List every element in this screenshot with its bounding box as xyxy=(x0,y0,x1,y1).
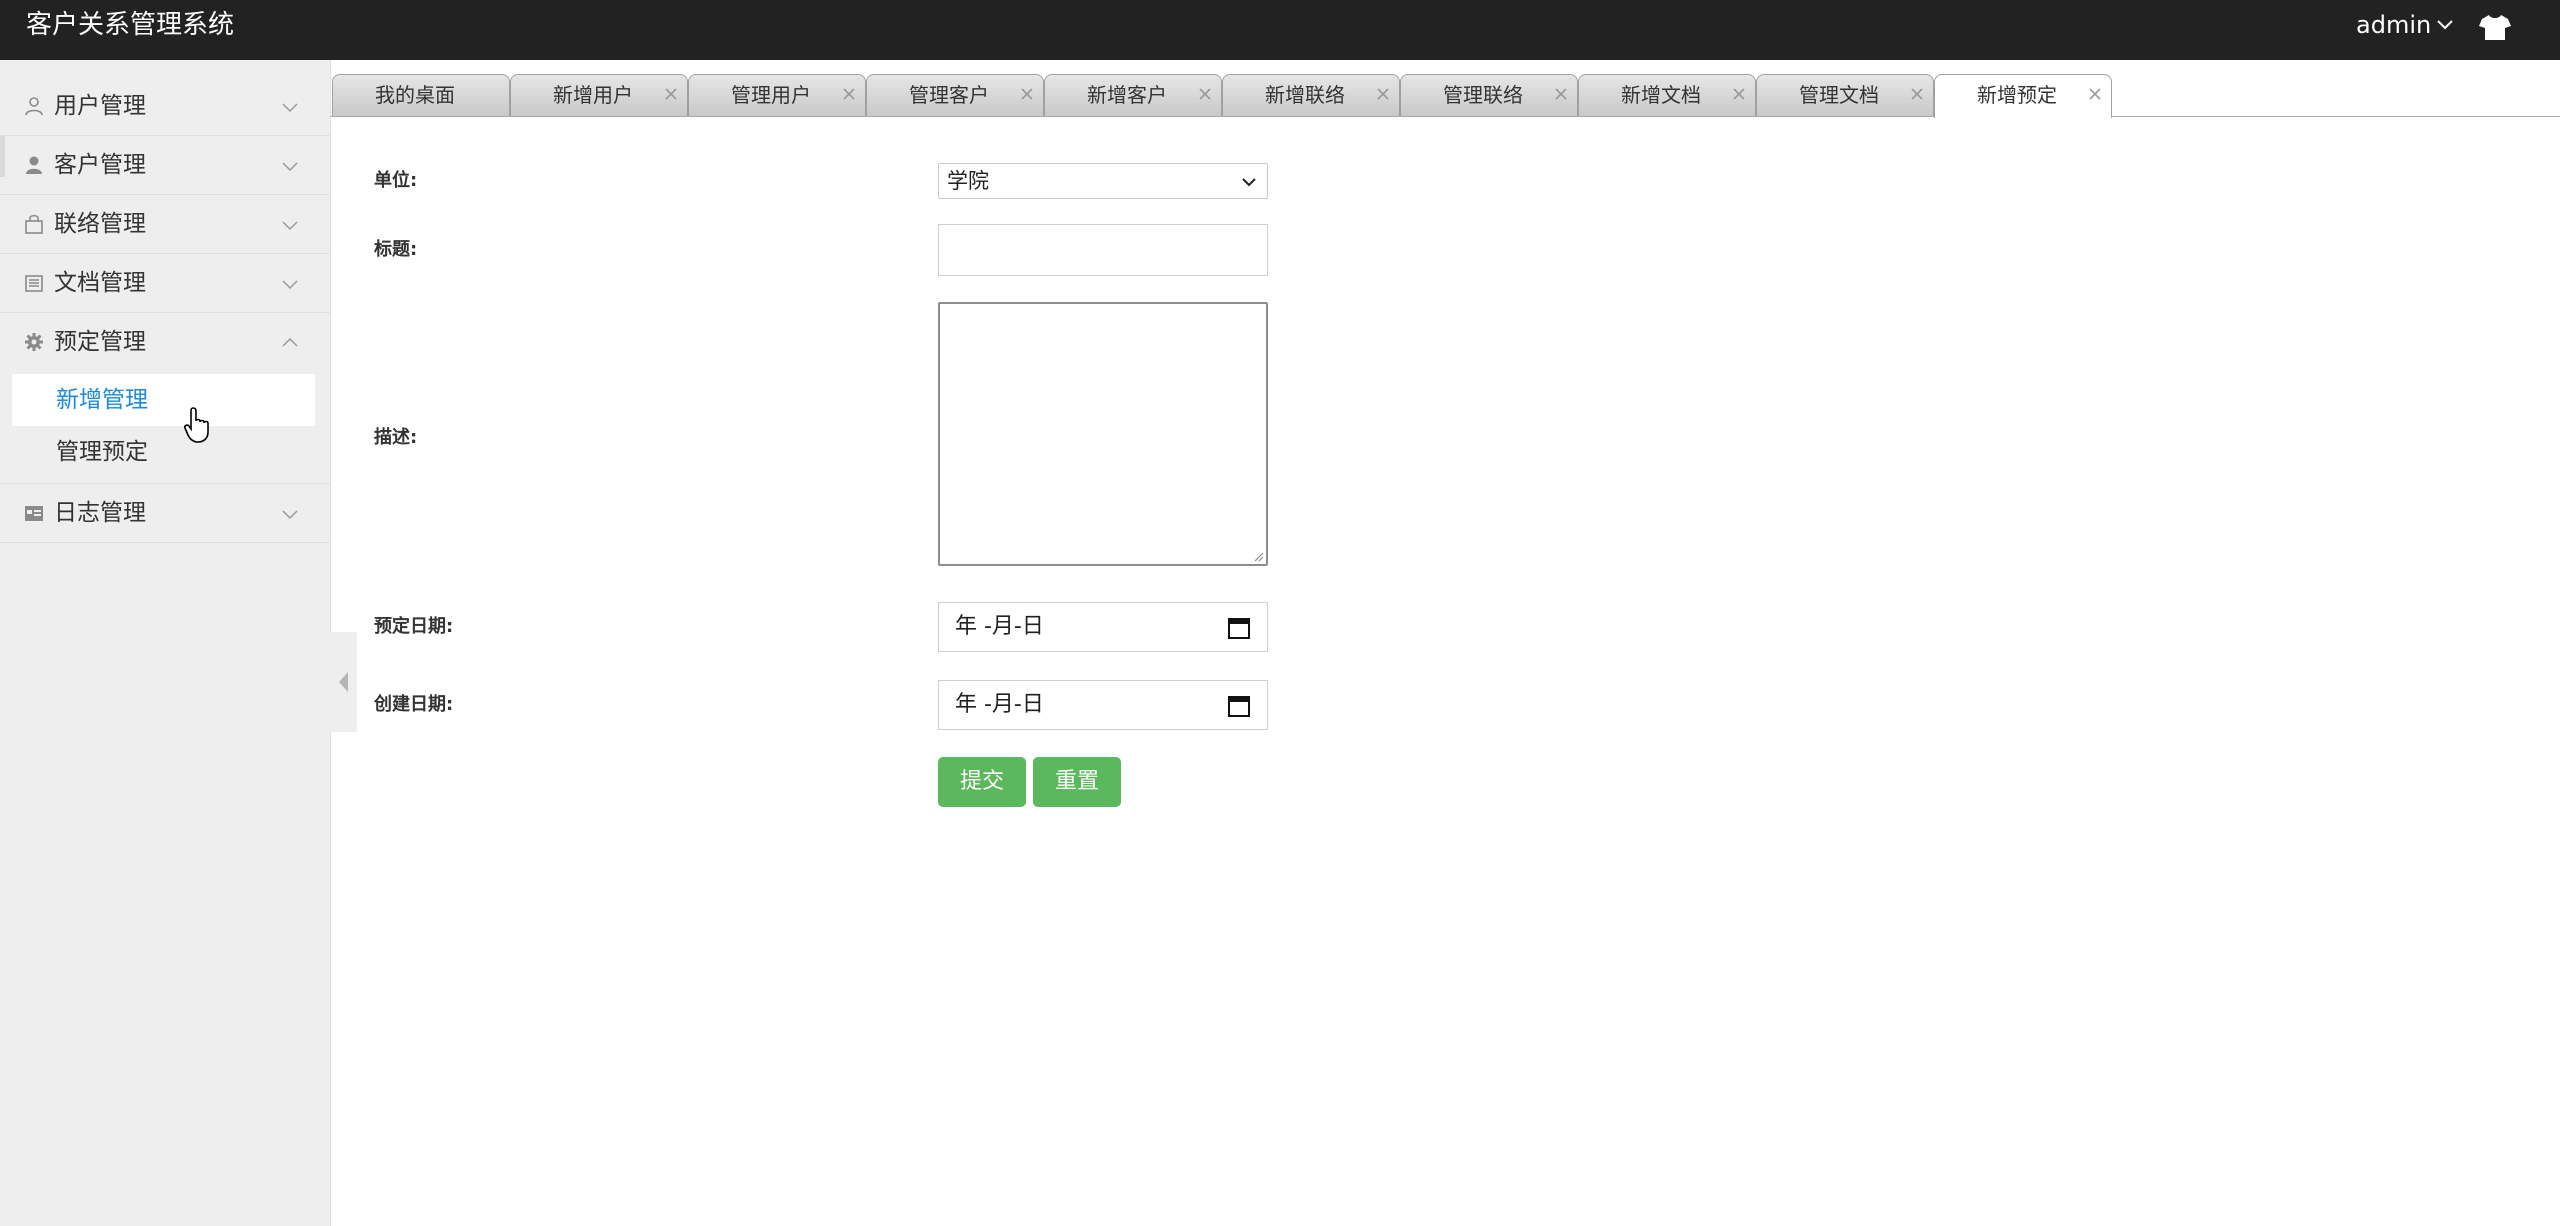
tab-add-contact[interactable]: 新增联络 xyxy=(1222,74,1400,116)
date-placeholder: 年 -月-日 xyxy=(955,614,1044,639)
tab-label: 新增文档 xyxy=(1621,83,1701,107)
close-icon[interactable] xyxy=(1907,84,1927,104)
sidebar-item-contact-management[interactable]: 联络管理 xyxy=(0,195,330,254)
chevron-down-icon xyxy=(282,510,298,520)
tab-label: 新增客户 xyxy=(1087,83,1167,107)
top-header: 客户关系管理系统 admin xyxy=(0,0,2560,60)
tab-label: 我的桌面 xyxy=(375,83,455,107)
unit-select[interactable]: 学院 xyxy=(938,163,1268,199)
sidebar-item-reservation-management[interactable]: 预定管理 xyxy=(0,313,330,371)
sidebar-item-user-management[interactable]: 用户管理 xyxy=(0,77,330,136)
tab-manage-user[interactable]: 管理用户 xyxy=(688,74,866,116)
close-icon[interactable] xyxy=(1017,84,1037,104)
calendar-log-icon xyxy=(25,506,43,521)
chevron-down-icon xyxy=(282,221,298,231)
sidebar-subitem-manage-reservation[interactable]: 管理预定 xyxy=(12,426,315,478)
tab-add-reservation[interactable]: 新增预定 xyxy=(1934,74,2112,118)
sidebar-item-label: 文档管理 xyxy=(54,270,146,296)
tshirt-icon[interactable] xyxy=(2478,12,2512,42)
sidebar-item-document-management[interactable]: 文档管理 xyxy=(0,254,330,313)
app-title: 客户关系管理系统 xyxy=(26,10,235,40)
sidebar-item-label: 联络管理 xyxy=(54,211,146,237)
tab-label: 管理文档 xyxy=(1799,83,1879,107)
chevron-down-icon xyxy=(282,280,298,290)
user-solid-icon xyxy=(26,156,42,174)
resize-grip-icon[interactable] xyxy=(1252,550,1264,562)
tab-my-desktop[interactable]: 我的桌面 xyxy=(332,74,510,116)
calendar-icon[interactable] xyxy=(1227,694,1251,718)
sidebar-subitem-label: 管理预定 xyxy=(56,439,148,465)
sidebar-item-customer-management[interactable]: 客户管理 xyxy=(0,136,330,195)
chevron-down-icon xyxy=(282,162,298,172)
reserve-date-input[interactable]: 年 -月-日 xyxy=(938,602,1268,652)
user-outline-icon xyxy=(25,97,43,116)
tab-manage-document[interactable]: 管理文档 xyxy=(1756,74,1934,116)
sidebar-item-label: 日志管理 xyxy=(54,500,146,526)
sidebar-item-label: 用户管理 xyxy=(54,93,146,119)
description-label: 描述: xyxy=(374,427,418,448)
gear-icon xyxy=(25,333,43,351)
close-icon[interactable] xyxy=(1195,84,1215,104)
close-icon[interactable] xyxy=(2085,84,2105,104)
tab-label: 管理用户 xyxy=(731,83,811,107)
chevron-down-icon xyxy=(2437,20,2453,30)
close-icon[interactable] xyxy=(1729,84,1749,104)
hand-cursor-icon xyxy=(184,407,209,443)
sidebar-collapse-handle[interactable] xyxy=(329,632,357,732)
bag-icon xyxy=(25,214,43,234)
tab-baseline xyxy=(330,116,2560,117)
chevron-down-icon xyxy=(1242,178,1256,187)
chevron-up-icon xyxy=(282,337,298,347)
sidebar-subitem-label: 新增管理 xyxy=(56,387,148,413)
caret-left-icon xyxy=(339,672,348,692)
tab-add-customer[interactable]: 新增客户 xyxy=(1044,74,1222,116)
calendar-icon[interactable] xyxy=(1227,616,1251,640)
sidebar-item-label: 客户管理 xyxy=(54,152,146,178)
sidebar: 用户管理 客户管理 联络管理 文档管理 预定管理 新增管理 管理预定 日志管理 xyxy=(0,60,331,1226)
user-menu[interactable]: admin xyxy=(2356,10,2455,40)
title-input[interactable] xyxy=(938,224,1268,276)
user-name[interactable]: admin xyxy=(2356,10,2431,40)
tab-manage-contact[interactable]: 管理联络 xyxy=(1400,74,1578,116)
submit-button[interactable]: 提交 xyxy=(938,757,1026,807)
create-date-label: 创建日期: xyxy=(374,694,454,715)
create-date-input[interactable]: 年 -月-日 xyxy=(938,680,1268,730)
tab-add-document[interactable]: 新增文档 xyxy=(1578,74,1756,116)
close-icon[interactable] xyxy=(661,84,681,104)
reserve-date-label: 预定日期: xyxy=(374,616,454,637)
reset-button[interactable]: 重置 xyxy=(1033,757,1121,807)
close-icon[interactable] xyxy=(1373,84,1393,104)
unit-select-value: 学院 xyxy=(947,169,989,193)
tab-label: 管理客户 xyxy=(909,83,989,107)
date-placeholder: 年 -月-日 xyxy=(955,692,1044,717)
tab-manage-customer[interactable]: 管理客户 xyxy=(866,74,1044,116)
close-icon[interactable] xyxy=(839,84,859,104)
unit-label: 单位: xyxy=(374,170,418,191)
chevron-down-icon xyxy=(282,103,298,113)
tab-add-user[interactable]: 新增用户 xyxy=(510,74,688,116)
sidebar-item-log-management[interactable]: 日志管理 xyxy=(0,483,330,543)
sidebar-subitem-add-reservation[interactable]: 新增管理 xyxy=(12,374,315,426)
tab-label: 新增预定 xyxy=(1977,83,2057,107)
tab-label: 新增用户 xyxy=(553,83,633,107)
title-label: 标题: xyxy=(374,239,418,260)
document-icon xyxy=(25,275,43,292)
description-textarea[interactable] xyxy=(938,302,1268,566)
sidebar-item-label: 预定管理 xyxy=(54,329,146,355)
tab-label: 新增联络 xyxy=(1265,83,1345,107)
close-icon[interactable] xyxy=(1551,84,1571,104)
tab-label: 管理联络 xyxy=(1443,83,1523,107)
